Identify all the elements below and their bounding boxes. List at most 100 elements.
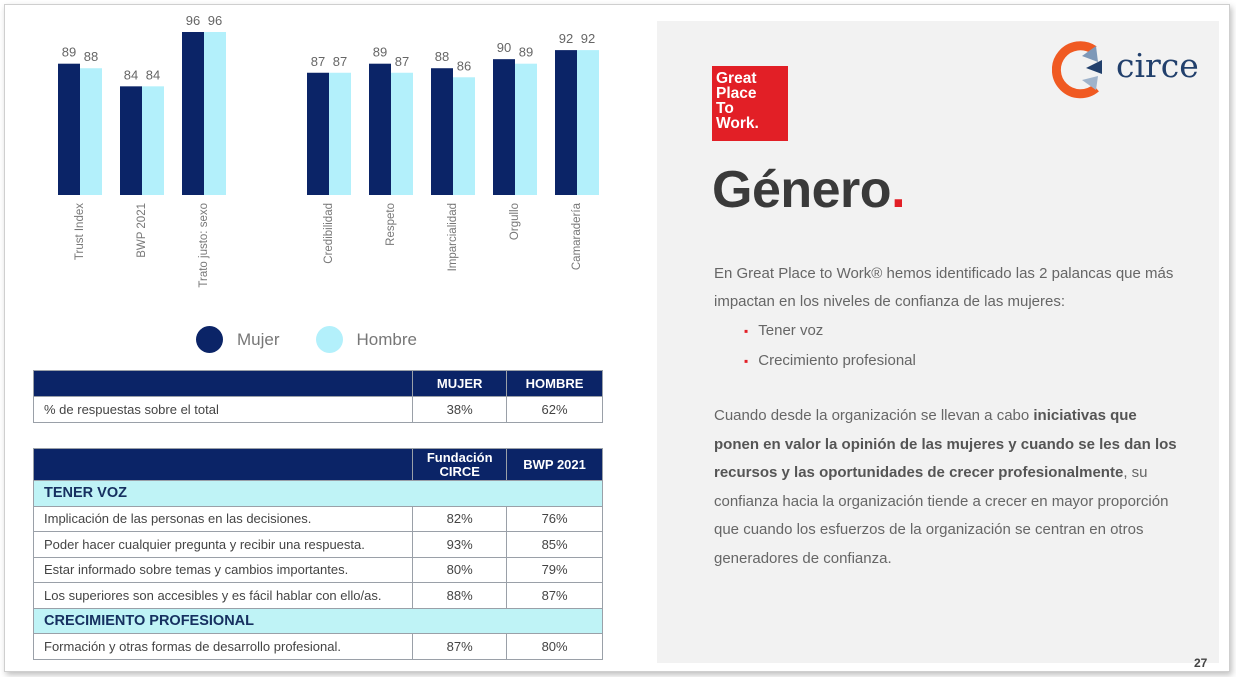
row-label: Formación y otras formas de desarrollo p…: [32, 633, 414, 660]
levers-table: Fundación CIRCE BWP 2021 TENER VOZ Implic…: [32, 448, 603, 660]
category-label: Orgullo: [509, 203, 521, 240]
logo-line: Great: [716, 70, 757, 87]
title-dot: .: [891, 161, 906, 219]
title-text: Género: [712, 161, 892, 219]
category-label: Credibilidad: [323, 203, 335, 264]
data-label: 89: [373, 45, 387, 60]
data-label: 84: [124, 67, 138, 82]
data-label: 87: [333, 54, 347, 69]
data-label: 90: [497, 40, 511, 55]
bar-hombre-2: [142, 86, 164, 195]
table-row: % de respuestas sobre el total 38% 62%: [32, 396, 603, 423]
bar-mujer-2: [120, 86, 142, 195]
data-label: 89: [519, 45, 533, 60]
category-label: Imparcialidad: [447, 203, 459, 271]
category-label: Trust Index: [74, 203, 86, 260]
section-row-tener-voz: TENER VOZ: [33, 480, 603, 507]
legend-swatch-mujer: [196, 326, 223, 353]
list-item: Tener voz: [758, 316, 916, 346]
cell-bwp: 80%: [506, 633, 603, 660]
bar-hombre-5: [391, 72, 413, 195]
category-label: Camaradería: [571, 202, 583, 270]
cell-circe: 88%: [412, 582, 508, 609]
header-hombre: HOMBRE: [506, 370, 603, 397]
gender-bar-chart: 89 88 Trust Index 84 84 BWP 2021 96 96 Trato jus…: [58, 13, 599, 288]
data-label: 92: [581, 31, 595, 46]
bar-hombre-6: [453, 77, 475, 195]
logo-line: To: [716, 100, 734, 117]
cell-circe: 87%: [412, 633, 508, 660]
cell-bwp: 85%: [506, 531, 603, 558]
logo-line: Place: [716, 85, 757, 102]
bar-mujer-1: [58, 63, 80, 195]
legend-item-hombre: Hombre: [315, 326, 417, 353]
legend-item-mujer: Mujer: [196, 326, 280, 353]
bar-hombre-3: [204, 32, 226, 195]
bar-mujer-4: [307, 72, 329, 195]
bar-hombre-1: [80, 68, 102, 195]
section-title: CRECIMIENTO PROFESIONAL: [33, 607, 603, 634]
data-label: 92: [559, 31, 573, 46]
row-label: Estar informado sobre temas y cambios im…: [32, 556, 414, 583]
data-label: 88: [84, 49, 98, 64]
cell-hombre: 62%: [506, 396, 603, 423]
cell-bwp: 76%: [506, 505, 603, 532]
legend-label-mujer: Mujer: [237, 329, 280, 349]
body-text-start: Cuando desde la organización se llevan a…: [714, 407, 1034, 424]
legend-swatch-hombre: [315, 326, 343, 353]
cell-circe: 93%: [412, 531, 508, 558]
row-label: Los superiores son accesibles y es fácil…: [32, 582, 414, 609]
row-label: Implicación de las personas en las decis…: [32, 505, 414, 532]
cell-circe: 80%: [412, 556, 508, 583]
category-label: Trato justo: sexo: [198, 203, 210, 288]
data-label: 87: [395, 54, 409, 69]
page-title: Género.: [712, 160, 906, 220]
legend-label-hombre: Hombre: [356, 329, 417, 349]
cell-bwp: 79%: [506, 556, 603, 583]
table-row: Implicación de las personas en las decis…: [32, 505, 603, 532]
category-label: Respeto: [385, 203, 397, 246]
logo-line: Work.: [716, 115, 759, 132]
header-fundacion-circe: Fundación CIRCE: [412, 448, 508, 481]
table-row: Estar informado sobre temas y cambios im…: [32, 556, 603, 583]
bar-mujer-7: [493, 59, 515, 195]
cell-mujer: 38%: [412, 396, 508, 423]
levers-list: Tener voz Crecimiento profesional: [758, 316, 916, 376]
table-header-row: Fundación CIRCE BWP 2021: [32, 448, 603, 481]
row-label: % de respuestas sobre el total: [32, 396, 414, 423]
data-label: 87: [311, 54, 325, 69]
row-label: Poder hacer cualquier pregunta y recibir…: [32, 531, 414, 558]
great-place-to-work-logo: Great Place To Work.: [712, 66, 788, 141]
bar-mujer-6: [431, 68, 453, 195]
page-number: 27: [1194, 656, 1208, 670]
intro-text: En Great Place to Work® hemos identifica…: [714, 265, 1174, 310]
section-row-crecimiento-profesional: CRECIMIENTO PROFESIONAL: [33, 607, 603, 634]
chart-legend: Mujer Hombre: [196, 326, 453, 353]
bar-mujer-3: [182, 32, 204, 195]
response-share-table: MUJER HOMBRE % de respuestas sobre el to…: [32, 370, 603, 423]
bar-mujer-5: [369, 63, 391, 195]
bar-hombre-8: [577, 50, 599, 195]
table-row: Los superiores son accesibles y es fácil…: [32, 582, 603, 609]
bar-mujer-8: [555, 50, 577, 195]
table-header-blank: [32, 448, 414, 481]
data-label: 89: [62, 45, 76, 60]
data-label: 96: [208, 13, 222, 28]
body-text: Cuando desde la organización se llevan a…: [714, 402, 1184, 573]
data-label: 88: [435, 49, 449, 64]
category-label: BWP 2021: [136, 203, 148, 258]
table-row: Poder hacer cualquier pregunta y recibir…: [32, 531, 603, 558]
section-title: TENER VOZ: [33, 480, 603, 507]
circe-wordmark: circe: [1116, 46, 1199, 85]
table-header-row: MUJER HOMBRE: [32, 370, 603, 397]
table-row: Formación y otras formas de desarrollo p…: [32, 633, 603, 660]
bar-hombre-7: [515, 63, 537, 195]
cell-bwp: 87%: [506, 582, 603, 609]
bar-hombre-4: [329, 72, 351, 195]
table-header-blank: [32, 370, 414, 397]
data-label: 84: [146, 67, 160, 82]
cell-circe: 82%: [412, 505, 508, 532]
header-mujer: MUJER: [412, 370, 508, 397]
header-bwp-2021: BWP 2021: [506, 448, 603, 481]
data-label: 96: [186, 13, 200, 28]
